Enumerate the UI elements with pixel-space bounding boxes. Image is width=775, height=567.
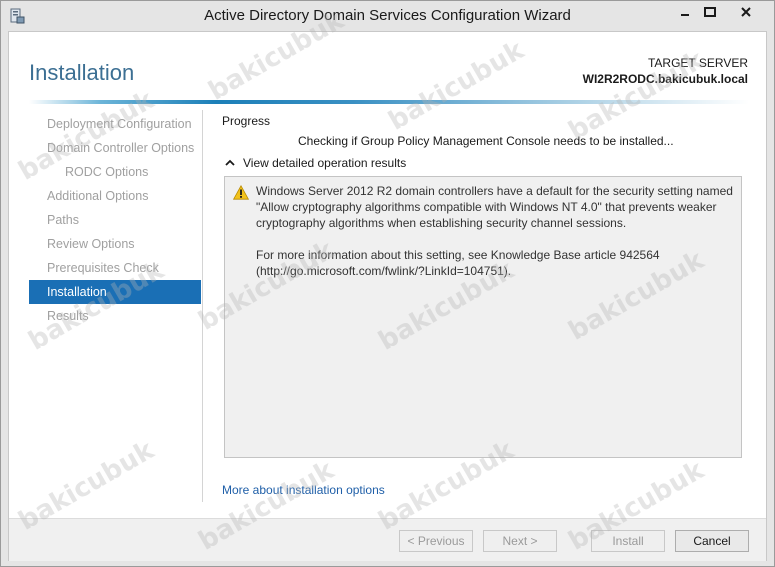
sidebar-item-installation[interactable]: Installation: [29, 280, 201, 304]
previous-button[interactable]: < Previous: [399, 530, 473, 552]
sidebar-item-results: Results: [47, 309, 89, 323]
sidebar-item-review-options[interactable]: Review Options: [29, 232, 201, 256]
sidebar-divider: [202, 110, 203, 502]
wizard-client-area: Installation TARGET SERVER WI2R2RODC.bak…: [8, 31, 767, 561]
maximize-button[interactable]: [698, 2, 722, 22]
target-server-name: WI2R2RODC.bakicubuk.local: [582, 72, 748, 86]
close-icon: [741, 7, 751, 17]
progress-label: Progress: [222, 114, 271, 128]
maximize-icon: [704, 7, 716, 17]
install-button[interactable]: Install: [591, 530, 665, 552]
warning-icon: [233, 185, 249, 200]
target-server-label: TARGET SERVER: [647, 56, 748, 70]
sidebar-item-prerequisites-check[interactable]: Prerequisites Check: [29, 256, 201, 280]
page-title: Installation: [29, 60, 135, 85]
more-about-installation-link[interactable]: More about installation options: [222, 483, 385, 497]
sidebar-item-rodc-options[interactable]: RODC Options: [29, 160, 201, 184]
view-detailed-results-toggle[interactable]: View detailed operation results: [225, 154, 406, 172]
warning-paragraph-1: Windows Server 2012 R2 domain controller…: [256, 184, 733, 230]
warning-message: Windows Server 2012 R2 domain controller…: [256, 183, 736, 295]
cancel-button[interactable]: Cancel: [675, 530, 749, 552]
wizard-steps-sidebar: Deployment Configuration Domain Controll…: [29, 112, 201, 328]
details-toggle-label: View detailed operation results: [243, 156, 407, 170]
sidebar-item-deployment-configuration[interactable]: Deployment Configuration: [29, 112, 201, 136]
warning-paragraph-2: For more information about this setting,…: [256, 248, 660, 278]
sidebar-item-paths[interactable]: Paths: [29, 208, 201, 232]
detailed-results-panel[interactable]: Windows Server 2012 R2 domain controller…: [224, 176, 742, 458]
title-bar[interactable]: Active Directory Domain Services Configu…: [1, 1, 774, 31]
next-button[interactable]: Next >: [483, 530, 557, 552]
progress-status-text: Checking if Group Policy Management Cons…: [298, 134, 674, 148]
window-title: Active Directory Domain Services Configu…: [204, 7, 571, 24]
wizard-window: Active Directory Domain Services Configu…: [0, 0, 775, 567]
chevron-up-icon: [225, 159, 235, 166]
minimize-button[interactable]: [673, 2, 697, 22]
header-divider: [29, 100, 749, 104]
sidebar-item-domain-controller-options[interactable]: Domain Controller Options: [29, 136, 201, 160]
sidebar-item-additional-options[interactable]: Additional Options: [29, 184, 201, 208]
close-button[interactable]: [723, 2, 769, 22]
wizard-footer: < Previous Next > Install Cancel: [9, 518, 766, 561]
minimize-icon: [681, 14, 689, 16]
